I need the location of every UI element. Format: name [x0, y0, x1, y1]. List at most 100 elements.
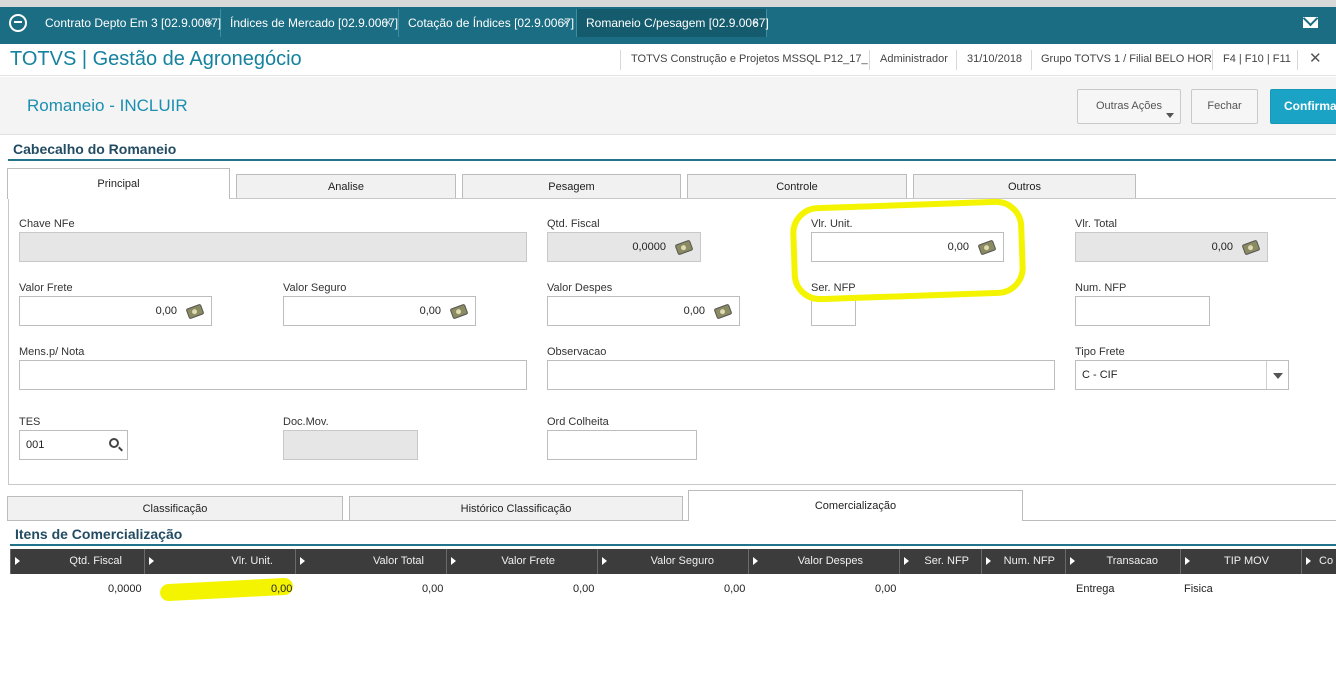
column-header-num-nfp[interactable]: Num. NFP — [981, 549, 1065, 574]
tab-analise[interactable]: Analise — [236, 174, 456, 198]
cell-transacao: Entrega — [1076, 583, 1115, 595]
tab-historico-classificacao[interactable]: Histórico Classificação — [349, 496, 683, 520]
money-icon[interactable] — [449, 303, 469, 320]
observacao-field[interactable] — [547, 360, 1055, 390]
column-header-ser-nfp[interactable]: Ser. NFP — [899, 549, 981, 574]
column-header-vlr-unit[interactable]: Vlr. Unit. — [144, 549, 295, 574]
money-icon[interactable] — [185, 303, 205, 320]
qtd-fiscal-value: 0,0000 — [632, 241, 666, 253]
valor-seguro-value: 0,00 — [419, 305, 441, 317]
caret-right-icon — [15, 557, 20, 565]
tab-outros[interactable]: Outros — [913, 174, 1136, 198]
caret-right-icon — [904, 557, 909, 565]
observacao-label: Observacao — [547, 346, 607, 358]
tipo-frete-value: C - CIF — [1082, 369, 1118, 381]
tipo-frete-select[interactable]: C - CIF — [1075, 360, 1289, 390]
app-header: TOTVS | Gestão de Agronegócio TOTVS Cons… — [0, 44, 1336, 76]
tipo-frete-label: Tipo Frete — [1075, 346, 1125, 358]
app-brand: TOTVS | Gestão de Agronegócio — [10, 48, 302, 70]
close-tab-icon[interactable]: × — [753, 9, 759, 37]
column-header-valor-total[interactable]: Valor Total — [295, 549, 446, 574]
cell-qtd-fiscal: 0,0000 — [108, 583, 142, 595]
doc-mov-field — [283, 430, 418, 460]
window-tab-contrato[interactable]: Contrato Depto Em 3 [02.9.0067] × — [36, 9, 221, 37]
close-tab-icon[interactable]: × — [563, 9, 569, 37]
caret-right-icon — [451, 557, 456, 565]
close-icon[interactable]: ✕ — [1309, 49, 1322, 67]
doc-mov-label: Doc.Mov. — [283, 416, 329, 428]
cell-vlr-unit: 0,00 — [271, 583, 293, 595]
caret-right-icon — [149, 557, 154, 565]
chevron-down-icon — [1166, 113, 1174, 118]
cell-valor-total: 0,00 — [422, 583, 444, 595]
valor-seguro-label: Valor Seguro — [283, 282, 347, 294]
money-icon — [674, 239, 694, 256]
valor-despes-field[interactable]: 0,00 — [547, 296, 740, 326]
tab-principal[interactable]: Principal — [7, 168, 230, 199]
tab-strip-line — [7, 520, 1336, 521]
home-icon[interactable] — [0, 7, 36, 39]
close-button[interactable]: Fechar — [1191, 89, 1258, 124]
tab-classificacao[interactable]: Classificação — [7, 496, 343, 520]
company-info: TOTVS Construção e Projetos MSSQL P12_17… — [631, 53, 868, 65]
num-nfp-field[interactable] — [1075, 296, 1210, 326]
mail-icon[interactable] — [1303, 17, 1318, 28]
tab-comercializacao[interactable]: Comercialização — [688, 490, 1023, 521]
mens-nota-label: Mens.p/ Nota — [19, 346, 85, 358]
column-header-tip-mov[interactable]: TIP MOV — [1180, 549, 1301, 574]
caret-right-icon — [986, 557, 991, 565]
column-header-valor-frete[interactable]: Valor Frete — [446, 549, 597, 574]
tes-label: TES — [19, 416, 41, 428]
ord-colheita-field[interactable] — [547, 430, 697, 460]
valor-seguro-field[interactable]: 0,00 — [283, 296, 476, 326]
user-info[interactable]: Administrador — [880, 53, 948, 65]
tab-pesagem[interactable]: Pesagem — [462, 174, 681, 198]
close-tab-icon[interactable]: × — [207, 9, 213, 37]
confirm-button[interactable]: Confirmar — [1270, 89, 1336, 124]
ord-colheita-label: Ord Colheita — [547, 416, 609, 428]
vlr-total-value: 0,00 — [1211, 241, 1233, 253]
section-title-items: Itens de Comercialização — [15, 526, 183, 542]
highlight-ring — [789, 197, 1027, 304]
window-tab-romaneio[interactable]: Romaneio C/pesagem [02.9.0067] × — [577, 9, 769, 37]
valor-frete-value: 0,00 — [155, 305, 177, 317]
tes-field[interactable]: 001 — [19, 430, 128, 460]
qtd-fiscal-field: 0,0000 — [547, 232, 701, 262]
shortcut-keys[interactable]: F4 | F10 | F11 — [1223, 53, 1291, 65]
valor-despes-label: Valor Despes — [547, 282, 613, 294]
cell-valor-frete: 0,00 — [573, 583, 595, 595]
items-grid-header: Qtd. Fiscal Vlr. Unit. Valor Total Valor… — [10, 549, 1336, 574]
money-icon[interactable] — [713, 303, 733, 320]
column-header-qtd-fiscal[interactable]: Qtd. Fiscal — [10, 549, 144, 574]
close-tab-icon[interactable]: × — [385, 9, 391, 37]
mens-nota-field[interactable] — [19, 360, 527, 390]
cell-tip-mov: Fisica — [1184, 583, 1213, 595]
vlr-total-label: Vlr. Total — [1075, 218, 1117, 230]
caret-right-icon — [300, 557, 305, 565]
column-header-valor-seguro[interactable]: Valor Seguro — [597, 549, 748, 574]
chave-nfe-field — [19, 232, 527, 262]
chevron-down-icon[interactable] — [1266, 361, 1288, 389]
vlr-total-field: 0,00 — [1075, 232, 1268, 262]
column-header-transacao[interactable]: Transacao — [1065, 549, 1180, 574]
num-nfp-label: Num. NFP — [1075, 282, 1127, 294]
tab-controle[interactable]: Controle — [687, 174, 907, 198]
window-tab-label: Romaneio C/pesagem [02.9.0067] — [586, 16, 769, 30]
other-actions-button[interactable]: Outras Ações — [1077, 89, 1181, 124]
page-title: Romaneio - INCLUIR — [27, 96, 188, 115]
valor-frete-field[interactable]: 0,00 — [19, 296, 212, 326]
window-tab-indices[interactable]: Índices de Mercado [02.9.0067] × — [221, 9, 399, 37]
cell-valor-despes: 0,00 — [875, 583, 897, 595]
search-icon[interactable] — [109, 438, 119, 448]
cell-valor-seguro: 0,00 — [724, 583, 746, 595]
valor-despes-value: 0,00 — [683, 305, 705, 317]
window-tab-label: Cotação de Índices [02.9.0067] — [408, 16, 575, 30]
window-tab-cotacao[interactable]: Cotação de Índices [02.9.0067] × — [399, 9, 577, 37]
money-icon — [1241, 239, 1261, 256]
caret-right-icon — [753, 557, 758, 565]
tes-value: 001 — [26, 439, 45, 451]
date-info[interactable]: 31/10/2018 — [967, 53, 1022, 65]
column-header-co[interactable]: Co — [1301, 549, 1336, 574]
column-header-valor-despes[interactable]: Valor Despes — [748, 549, 899, 574]
branch-info[interactable]: Grupo TOTVS 1 / Filial BELO HOR — [1041, 53, 1212, 65]
